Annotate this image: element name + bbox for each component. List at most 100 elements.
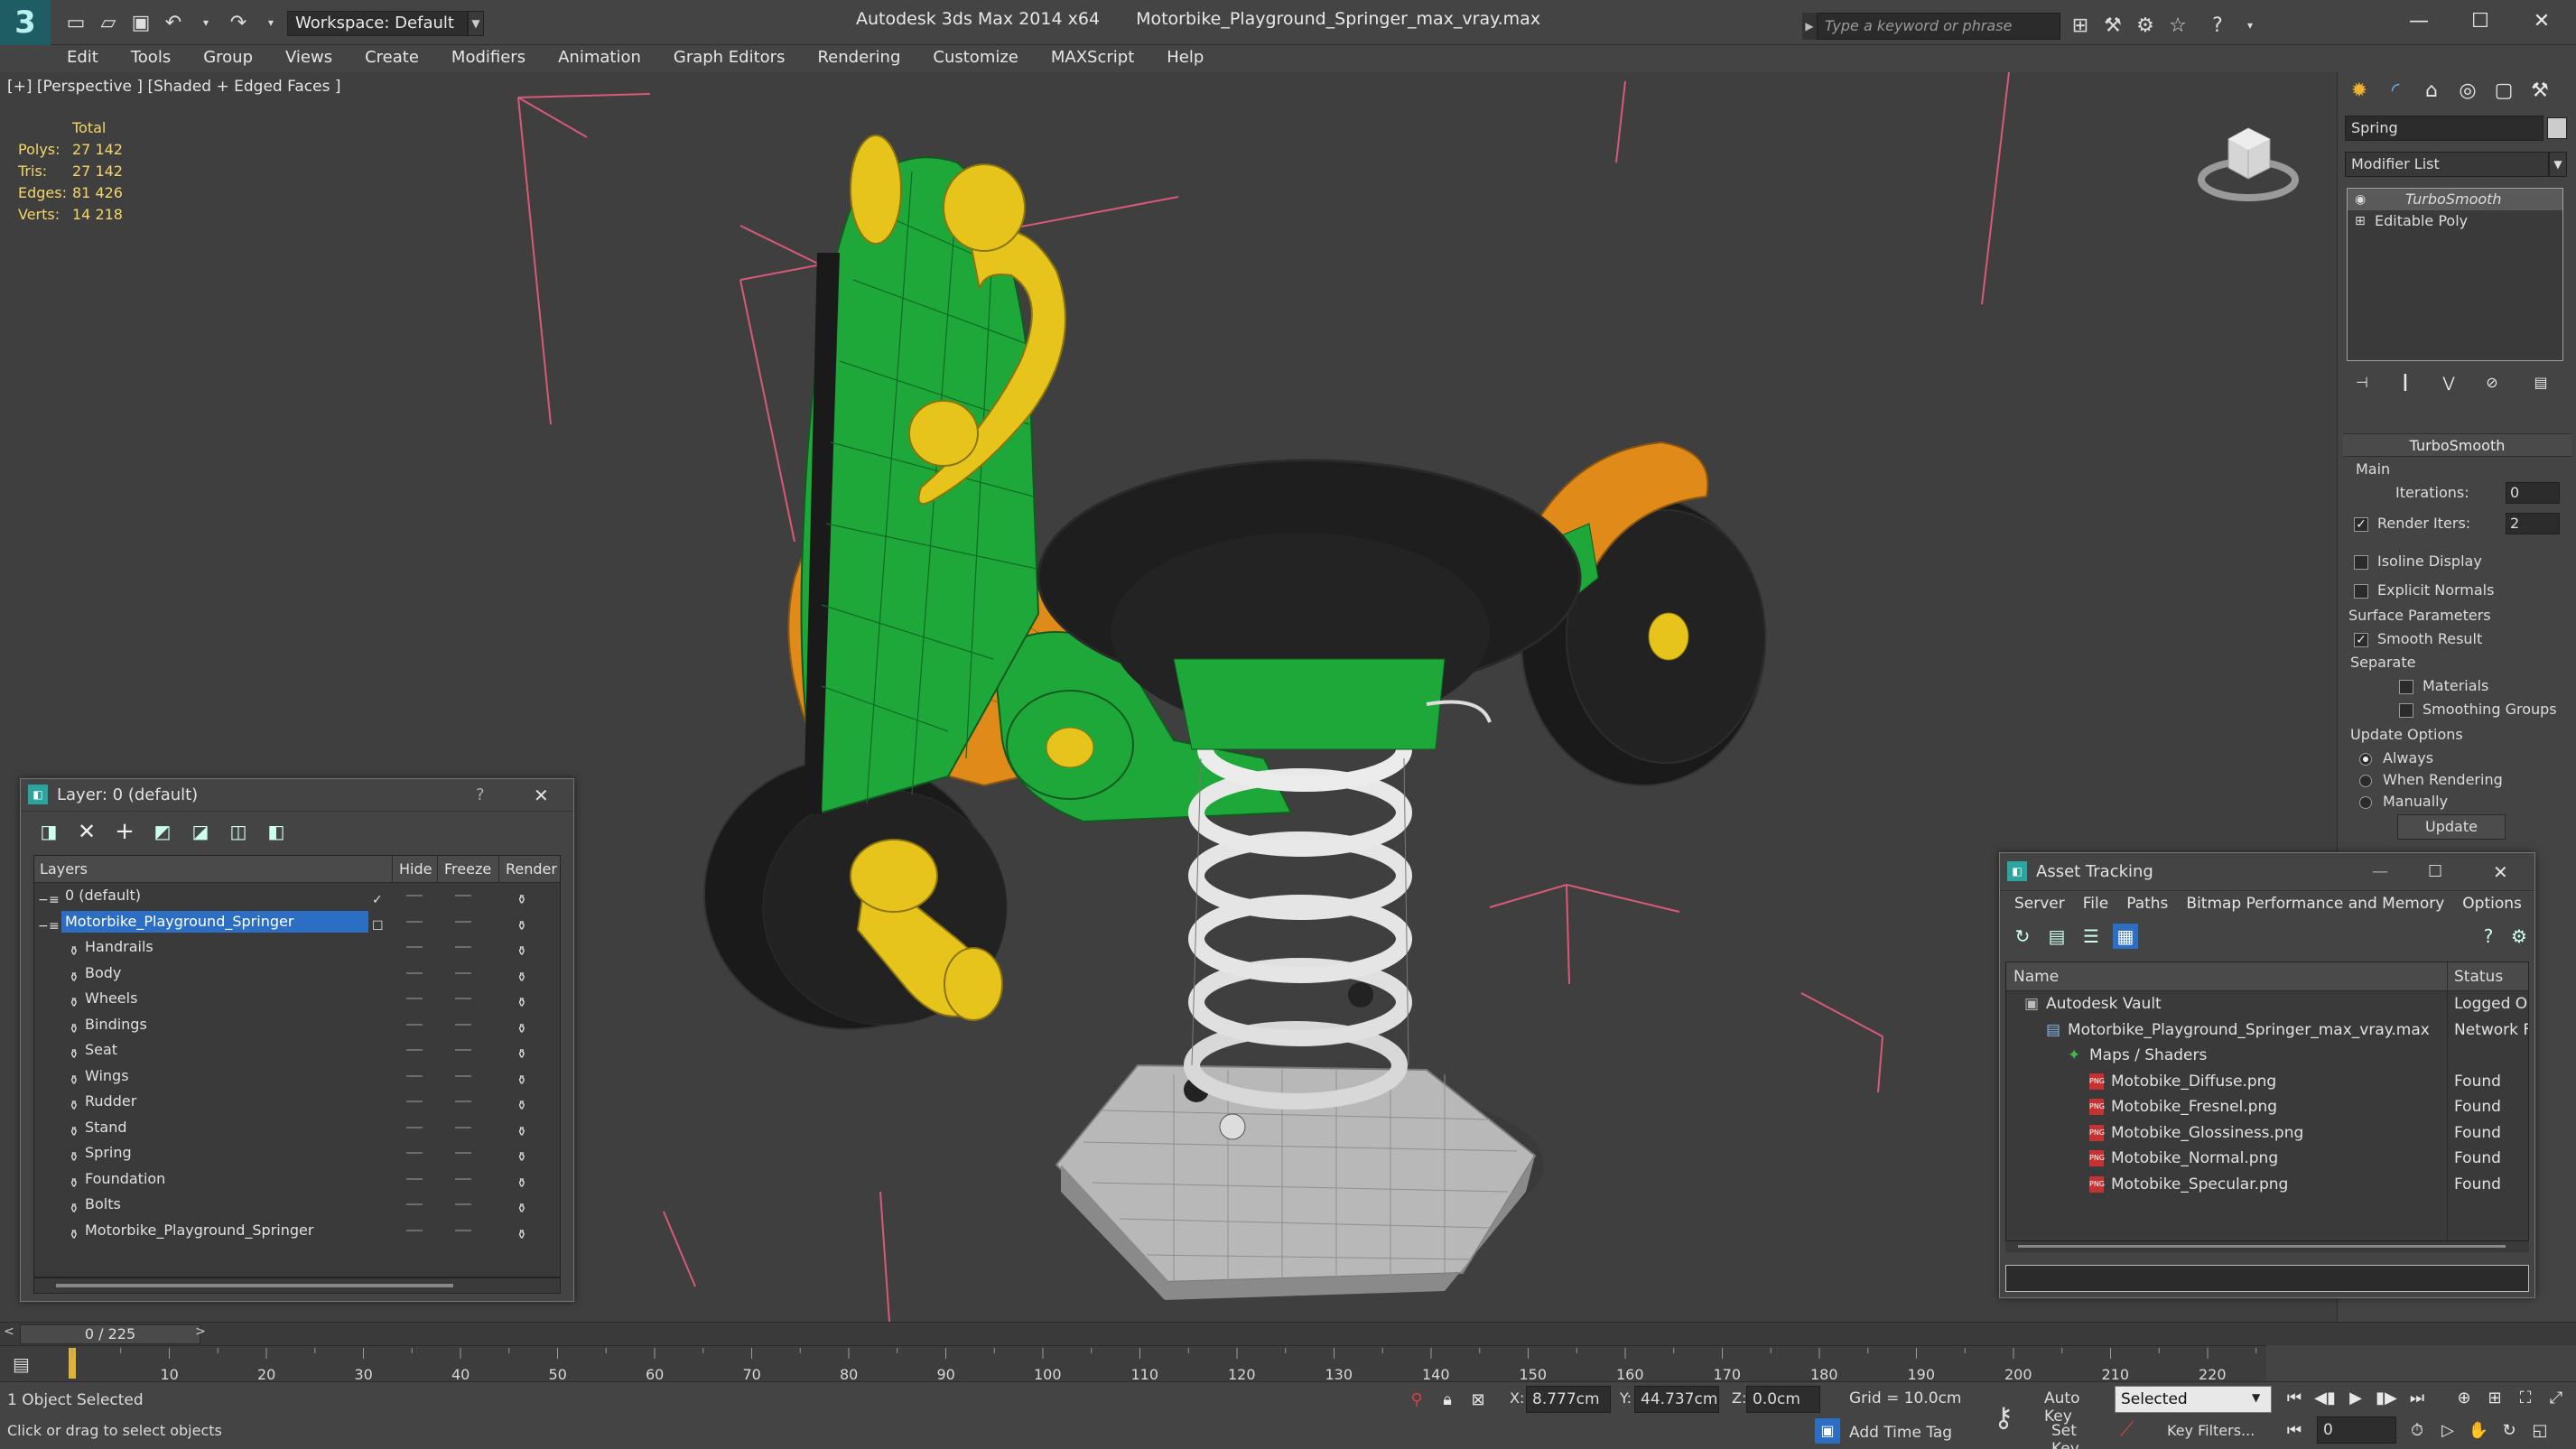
table-view-icon[interactable]: ▦ [2113, 924, 2138, 949]
menu-create[interactable]: Create [349, 45, 435, 70]
scrollbar-thumb[interactable] [2018, 1245, 2506, 1248]
zoom-all-icon[interactable]: ⊞ [2479, 1384, 2510, 1411]
smoothing-groups-checkbox[interactable] [2399, 702, 2413, 718]
asset-path-field[interactable] [2005, 1265, 2529, 1292]
layer-row[interactable]: ⚱ Seat ⚱ [34, 1037, 560, 1064]
hide-toggle[interactable] [406, 971, 423, 974]
hide-toggle[interactable] [406, 1049, 423, 1051]
maximize-viewport-icon[interactable]: ⤢ [2541, 1384, 2571, 1411]
iterations-spinner[interactable]: 0 [2506, 482, 2560, 504]
maximize-icon[interactable]: ☐ [2450, 0, 2511, 42]
redo-dropdown-icon[interactable]: ▾ [256, 8, 285, 37]
time-config-icon[interactable]: ⏱ [2402, 1416, 2432, 1444]
help-icon[interactable]: ? [2203, 11, 2232, 40]
z-coordinate-field[interactable]: 0.0cm [1746, 1386, 1820, 1413]
set-key-icon[interactable]: ⟋ [2120, 1418, 2134, 1441]
current-frame-field[interactable]: 0 [2317, 1416, 2396, 1444]
highlight-layer-icon[interactable]: ◪ [188, 819, 213, 844]
smooth-result-checkbox[interactable]: ✓ [2354, 632, 2368, 647]
layer-row[interactable]: ⚱ Rudder ⚱ [34, 1089, 560, 1115]
layer-row[interactable]: ⚱ Bindings ⚱ [34, 1012, 560, 1038]
create-tab-icon[interactable]: ✹ [2341, 72, 2377, 108]
asset-menu-options[interactable]: Options [2453, 891, 2531, 916]
freeze-toggle[interactable] [455, 998, 471, 999]
manually-radio[interactable] [2359, 795, 2372, 809]
binoculars-icon[interactable]: ⊞ [2066, 11, 2095, 40]
layer-scrollbar[interactable] [33, 1277, 561, 1294]
layer-row[interactable]: ⚱ Body ⚱ [34, 961, 560, 987]
play-icon[interactable]: ▶ [2340, 1384, 2371, 1411]
orbit-icon[interactable]: ↻ [2494, 1416, 2525, 1444]
chevron-down-icon[interactable]: ▼ [2549, 152, 2567, 177]
layer-row[interactable]: ≡ −0 (default) ✓ ⚱ [34, 883, 560, 909]
help-dropdown-icon[interactable]: ▾ [2236, 11, 2264, 40]
create-layer-icon[interactable]: ◨ [36, 819, 61, 844]
field-of-view-icon[interactable]: ▷ [2432, 1416, 2463, 1444]
help-icon[interactable]: ? [2476, 924, 2501, 949]
app-logo-icon[interactable]: 3 [0, 0, 51, 45]
wrench-icon[interactable]: ⚒ [2098, 11, 2127, 40]
column-header[interactable]: Name [2013, 962, 2059, 991]
menu-help[interactable]: Help [1150, 45, 1220, 70]
time-slider[interactable]: < 0 / 225 > [0, 1322, 2576, 1345]
viewport-label[interactable]: [+] [Perspective ] [Shaded + Edged Faces… [7, 78, 340, 96]
hide-toggle[interactable] [406, 895, 423, 896]
time-tag-icon[interactable]: ▣ [1815, 1418, 1840, 1444]
list-view-icon[interactable]: ▤ [2044, 924, 2069, 949]
column-header[interactable]: Render [506, 856, 557, 883]
modify-tab-icon[interactable]: ◜ [2377, 72, 2413, 108]
menu-graph-editors[interactable]: Graph Editors [657, 45, 802, 70]
maximize-icon[interactable]: ☐ [2428, 853, 2442, 891]
layer-row[interactable]: ⚱ Wheels ⚱ [34, 986, 560, 1012]
key-filters-button[interactable]: Key Filters... [2167, 1422, 2255, 1439]
always-radio[interactable] [2359, 752, 2372, 766]
workspace-dropdown[interactable]: Workspace: Default [287, 11, 468, 36]
layer-dialog-titlebar[interactable]: ◧ Layer: 0 (default) ? ✕ [21, 779, 573, 812]
asset-row[interactable]: PNG Motobike_Specular.png Found [2006, 1172, 2528, 1198]
delete-layer-icon[interactable]: ✕ [74, 819, 99, 844]
next-frame-icon[interactable]: ▮▶ [2371, 1384, 2402, 1411]
refresh-icon[interactable]: ↻ [2010, 924, 2035, 949]
layer-row[interactable]: ⚱ Handrails ⚱ [34, 934, 560, 961]
set-key-button[interactable]: Set Key [2051, 1422, 2107, 1449]
asset-menu-paths[interactable]: Paths [2117, 891, 2177, 916]
freeze-toggle[interactable] [455, 1074, 471, 1077]
modifier-list-dropdown[interactable]: Modifier List [2345, 152, 2549, 177]
hide-toggle[interactable] [406, 1203, 423, 1205]
asset-dialog-titlebar[interactable]: ◧ Asset Tracking — ☐ ✕ [2000, 853, 2534, 891]
asset-menu-bitmap[interactable]: Bitmap Performance and Memory [2177, 891, 2453, 916]
asset-row[interactable]: ✦ Maps / Shaders [2006, 1043, 2528, 1069]
layer-row[interactable]: ⚱ Spring ⚱ [34, 1140, 560, 1166]
display-tab-icon[interactable]: ▢ [2486, 72, 2522, 108]
show-end-result-icon[interactable]: ┃ [2394, 370, 2417, 394]
menu-maxscript[interactable]: MAXScript [1035, 45, 1150, 70]
expand-plus-icon[interactable]: ⊞ [2355, 210, 2366, 232]
absolute-mode-icon[interactable]: ⊠ [1463, 1386, 1493, 1413]
isoline-display-checkbox[interactable] [2354, 554, 2368, 570]
configure-sets-icon[interactable]: ▤ [2529, 370, 2553, 394]
freeze-toggle[interactable] [455, 1152, 471, 1154]
close-icon[interactable]: ✕ [2493, 853, 2508, 891]
zoom-icon[interactable]: ⊕ [2449, 1384, 2479, 1411]
freeze-toggle[interactable] [455, 1203, 471, 1205]
settings-icon[interactable]: ⚙ [2506, 924, 2532, 949]
freeze-all-layers-icon[interactable]: ◧ [264, 819, 289, 844]
viewcube-icon[interactable] [2194, 112, 2302, 211]
freeze-toggle[interactable] [455, 946, 471, 948]
freeze-toggle[interactable] [455, 920, 471, 923]
go-to-start-icon[interactable]: ⏮ [2279, 1384, 2310, 1411]
add-time-tag-button[interactable]: Add Time Tag [1849, 1424, 1952, 1442]
freeze-toggle[interactable] [455, 971, 471, 974]
stack-item-editable-poly[interactable]: ⊞ Editable Poly [2348, 210, 2562, 232]
menu-group[interactable]: Group [187, 45, 269, 70]
freeze-toggle[interactable] [455, 1229, 471, 1231]
close-icon[interactable]: ✕ [2511, 0, 2572, 42]
key-icon[interactable]: ⚷ [1994, 1402, 2013, 1434]
asset-row[interactable]: PNG Motobike_Glossiness.png Found [2006, 1120, 2528, 1147]
layer-row[interactable]: ⚱ Foundation ⚱ [34, 1166, 560, 1193]
isolate-icon[interactable]: ⚲ [1401, 1386, 1432, 1413]
lightbulb-icon[interactable]: ◉ [2355, 189, 2366, 210]
time-slider-thumb[interactable]: 0 / 225 [20, 1324, 200, 1344]
menu-views[interactable]: Views [269, 45, 349, 70]
freeze-toggle[interactable] [455, 1049, 471, 1051]
